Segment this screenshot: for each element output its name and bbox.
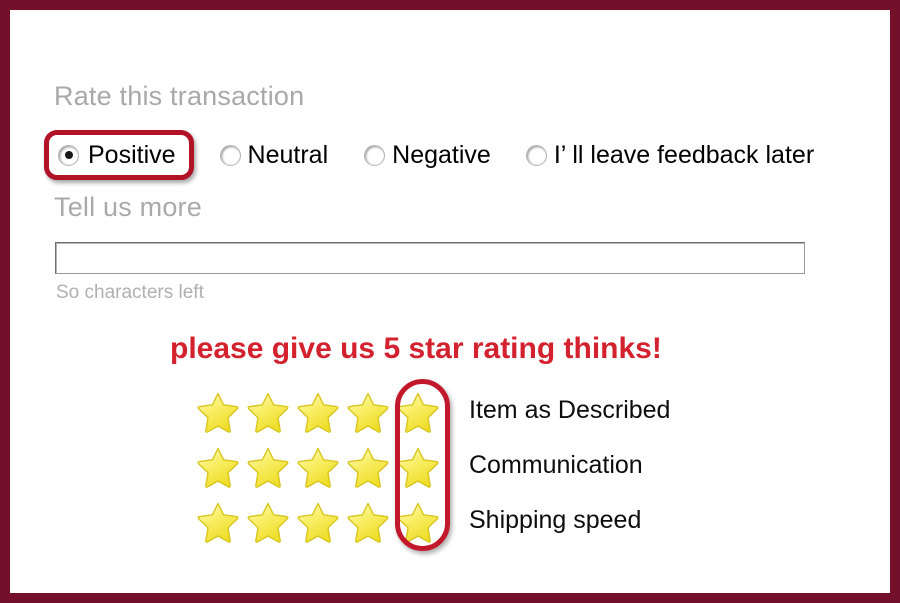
radio-button-neutral[interactable]	[219, 144, 241, 166]
comment-field-wrapper[interactable]	[55, 242, 805, 274]
page-content: Rate this transaction Positive Neutral N…	[10, 10, 890, 593]
radio-option-neutral[interactable]: Neutral	[209, 128, 341, 182]
tell-us-more-heading: Tell us more	[54, 192, 202, 222]
detailed-ratings: Item as Described Communication Shipping…	[193, 383, 670, 548]
star-icon[interactable]	[243, 493, 293, 548]
rating-label-item-as-described: Item as Described	[469, 396, 671, 424]
radio-label-negative: Negative	[392, 140, 491, 169]
rating-row-shipping-speed: Shipping speed	[193, 493, 670, 548]
star-icon[interactable]	[193, 493, 243, 548]
star-group-shipping-speed[interactable]	[193, 493, 443, 548]
star-icon[interactable]	[193, 383, 243, 438]
rating-radio-group: Positive Neutral Negative I’ ll leave fe…	[44, 128, 826, 182]
star-icon[interactable]	[293, 493, 343, 548]
radio-label-positive: Positive	[88, 140, 176, 169]
star-icon[interactable]	[193, 438, 243, 493]
star-icon[interactable]	[243, 438, 293, 493]
star-group-communication[interactable]	[193, 438, 443, 493]
star-icon[interactable]	[243, 383, 293, 438]
radio-button-positive[interactable]	[58, 144, 79, 166]
star-icon-highlighted[interactable]	[393, 493, 443, 548]
star-icon-highlighted[interactable]	[393, 438, 443, 493]
character-counter: So characters left	[56, 282, 204, 303]
rating-row-communication: Communication	[193, 438, 670, 493]
star-icon[interactable]	[343, 438, 393, 493]
radio-button-feedback-later[interactable]	[525, 144, 547, 166]
star-icon[interactable]	[293, 438, 343, 493]
rating-label-shipping-speed: Shipping speed	[469, 506, 642, 534]
radio-button-negative[interactable]	[364, 144, 386, 166]
star-icon[interactable]	[343, 383, 393, 438]
radio-label-feedback-later: I’ ll leave feedback later	[553, 140, 815, 169]
star-icon[interactable]	[343, 493, 393, 548]
star-group-item-as-described[interactable]	[193, 383, 443, 438]
star-icon[interactable]	[293, 383, 343, 438]
rate-section-heading: Rate this transaction	[54, 81, 305, 111]
feedback-page: Rate this transaction Positive Neutral N…	[0, 0, 900, 603]
radio-option-feedback-later[interactable]: I’ ll leave feedback later	[515, 128, 826, 182]
rating-label-communication: Communication	[469, 451, 643, 479]
promo-headline: please give us 5 star rating thinks!	[170, 332, 662, 365]
rating-row-item-as-described: Item as Described	[193, 383, 670, 438]
star-icon-highlighted[interactable]	[393, 383, 443, 438]
radio-option-negative[interactable]: Negative	[353, 128, 503, 182]
radio-option-positive[interactable]: Positive	[44, 130, 194, 180]
comment-input[interactable]	[56, 243, 804, 273]
radio-label-neutral: Neutral	[247, 140, 329, 169]
